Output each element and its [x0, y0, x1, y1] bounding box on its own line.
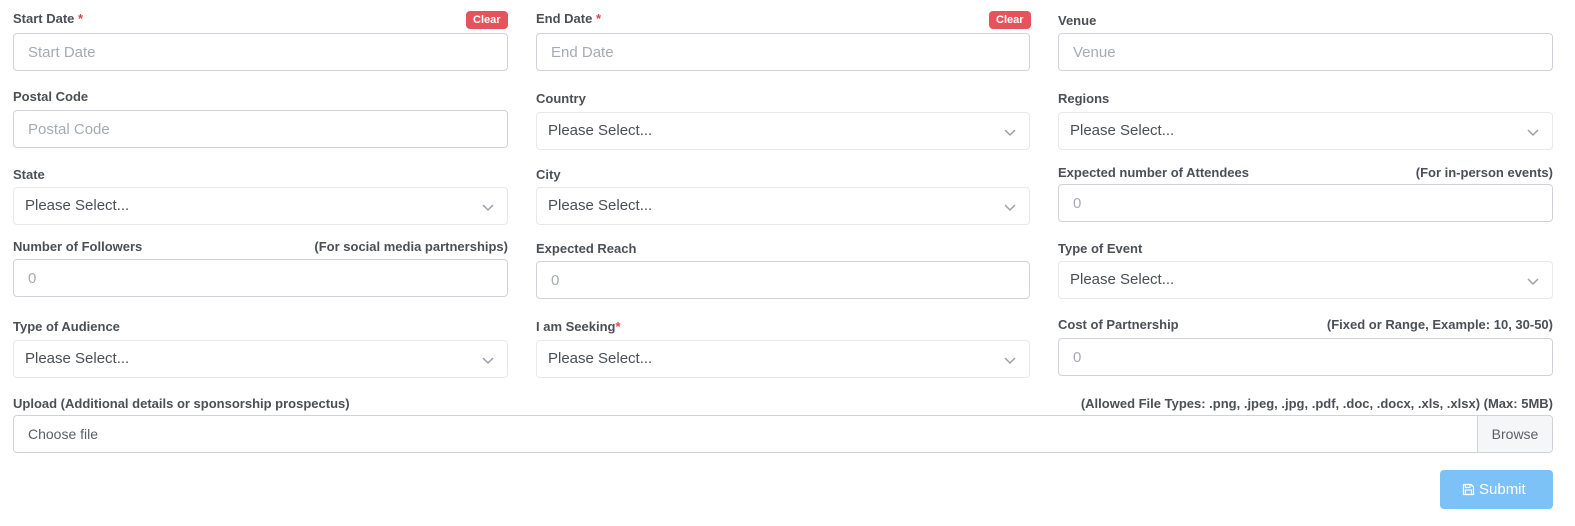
- venue-input[interactable]: [1058, 33, 1553, 71]
- state-select-value: Please Select...: [25, 197, 130, 214]
- cost-hint: (Fixed or Range, Example: 10, 30-50): [1326, 317, 1553, 332]
- file-upload-text: Choose file: [28, 426, 99, 442]
- seeking-label: I am Seeking*: [536, 319, 621, 334]
- audience-type-select-value: Please Select...: [25, 350, 130, 367]
- regions-label: Regions: [1058, 91, 1110, 106]
- end-date-clear-button[interactable]: Clear: [989, 11, 1031, 29]
- save-icon: [1462, 483, 1475, 496]
- required-mark: *: [78, 11, 84, 26]
- chevron-down-icon: [1004, 129, 1016, 137]
- browse-button[interactable]: Browse: [1477, 416, 1552, 452]
- audience-type-select[interactable]: Please Select...: [13, 340, 508, 378]
- country-select[interactable]: Please Select...: [536, 112, 1030, 150]
- chevron-down-icon: [1527, 278, 1539, 286]
- event-type-select-value: Please Select...: [1070, 271, 1175, 288]
- cost-input[interactable]: [1058, 338, 1553, 376]
- state-select[interactable]: Please Select...: [13, 187, 508, 225]
- chevron-down-icon: [1004, 204, 1016, 212]
- city-select[interactable]: Please Select...: [536, 187, 1030, 225]
- city-label: City: [536, 167, 561, 182]
- followers-label: Number of Followers: [13, 239, 143, 254]
- regions-select-value: Please Select...: [1070, 122, 1175, 139]
- upload-hint: (Allowed File Types: .png, .jpeg, .jpg, …: [1080, 396, 1553, 411]
- attendees-label: Expected number of Attendees: [1058, 165, 1249, 180]
- end-date-input[interactable]: [536, 33, 1030, 71]
- upload-label: Upload (Additional details or sponsorshi…: [13, 396, 350, 411]
- file-upload[interactable]: Choose file Browse: [13, 415, 1553, 453]
- postal-code-label: Postal Code: [13, 89, 89, 104]
- cost-label: Cost of Partnership: [1058, 317, 1179, 332]
- required-mark: *: [595, 11, 602, 26]
- chevron-down-icon: [1527, 129, 1539, 137]
- event-type-select[interactable]: Please Select...: [1058, 261, 1553, 299]
- required-mark: *: [615, 319, 621, 334]
- submit-button[interactable]: Submit: [1440, 470, 1553, 509]
- event-type-label: Type of Event: [1058, 241, 1143, 256]
- attendees-input[interactable]: [1058, 184, 1553, 222]
- submit-label: Submit: [1479, 481, 1526, 498]
- start-date-clear-button[interactable]: Clear: [466, 11, 508, 29]
- city-select-value: Please Select...: [548, 197, 653, 214]
- seeking-select[interactable]: Please Select...: [536, 340, 1030, 378]
- state-label: State: [13, 167, 45, 182]
- followers-input[interactable]: [13, 259, 508, 297]
- start-date-label: Start Date *: [13, 11, 84, 26]
- audience-type-label: Type of Audience: [13, 319, 120, 334]
- attendees-hint: (For in-person events): [1415, 165, 1553, 180]
- seeking-select-value: Please Select...: [548, 350, 653, 367]
- country-select-value: Please Select...: [548, 122, 653, 139]
- end-date-label: End Date *: [536, 11, 602, 26]
- postal-code-input[interactable]: [13, 110, 508, 148]
- chevron-down-icon: [482, 204, 494, 212]
- regions-select[interactable]: Please Select...: [1058, 112, 1553, 150]
- venue-label: Venue: [1058, 13, 1097, 28]
- country-label: Country: [536, 91, 586, 106]
- chevron-down-icon: [1004, 357, 1016, 365]
- chevron-down-icon: [482, 357, 494, 365]
- reach-label: Expected Reach: [536, 241, 637, 256]
- followers-hint: (For social media partnerships): [314, 239, 508, 254]
- reach-input[interactable]: [536, 261, 1030, 299]
- start-date-input[interactable]: [13, 33, 508, 71]
